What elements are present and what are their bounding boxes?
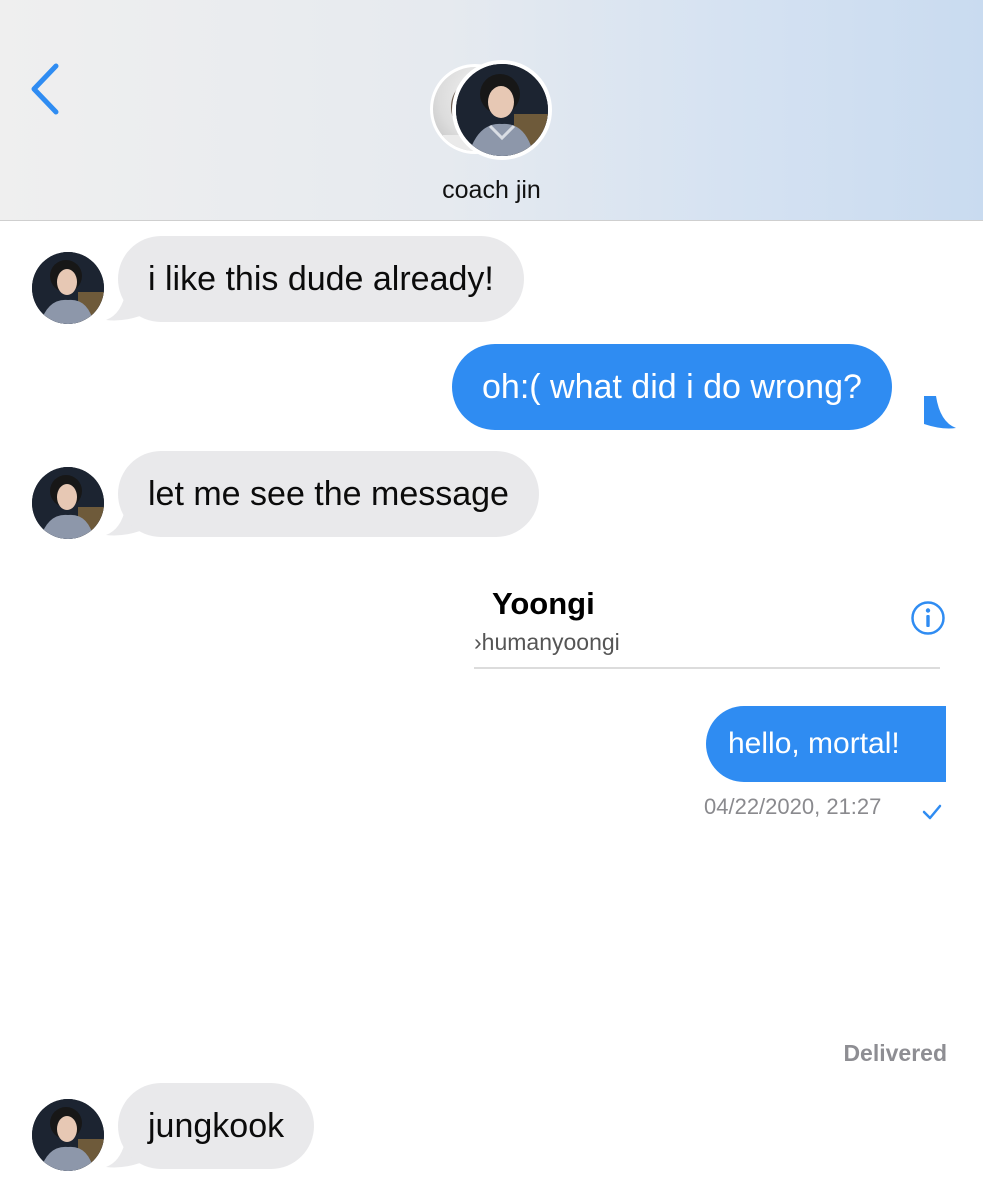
avatar[interactable] bbox=[32, 1099, 104, 1171]
outgoing-message[interactable]: oh:( what did i do wrong? bbox=[452, 344, 892, 430]
back-button[interactable] bbox=[22, 58, 72, 120]
avatar[interactable] bbox=[32, 467, 104, 539]
message-text: i like this dude already! bbox=[148, 260, 494, 298]
bubble-tail-icon bbox=[924, 396, 956, 429]
message-text: let me see the message bbox=[148, 475, 509, 513]
divider bbox=[474, 667, 940, 669]
shared-message-bubble: hello, mortal! bbox=[706, 706, 946, 782]
incoming-message[interactable]: let me see the message bbox=[118, 451, 539, 537]
chevron-left-icon bbox=[31, 63, 59, 115]
avatar bbox=[452, 60, 552, 160]
shared-contact-name: Yoongi bbox=[492, 586, 595, 621]
info-icon bbox=[911, 601, 945, 635]
avatar[interactable] bbox=[32, 252, 104, 324]
info-button[interactable] bbox=[910, 600, 946, 636]
shared-message-timestamp: 04/22/2020, 21:27 bbox=[704, 794, 882, 819]
messages-screen: coach jin i like this dude already! oh:(… bbox=[0, 0, 983, 1200]
contact-name[interactable]: coach jin bbox=[0, 176, 983, 205]
conversation-header: coach jin bbox=[0, 0, 983, 221]
incoming-message[interactable]: jungkook bbox=[118, 1083, 315, 1169]
delivery-status: Delivered bbox=[843, 1040, 947, 1066]
incoming-message[interactable]: i like this dude already! bbox=[118, 236, 524, 322]
contact-avatar-group[interactable] bbox=[430, 60, 552, 160]
shared-contact-handle: ›humanyoongi bbox=[474, 629, 620, 655]
checkmark-icon bbox=[922, 804, 942, 820]
shared-message-text: hello, mortal! bbox=[728, 727, 900, 760]
message-text: jungkook bbox=[148, 1107, 285, 1145]
message-text: oh:( what did i do wrong? bbox=[482, 368, 862, 406]
